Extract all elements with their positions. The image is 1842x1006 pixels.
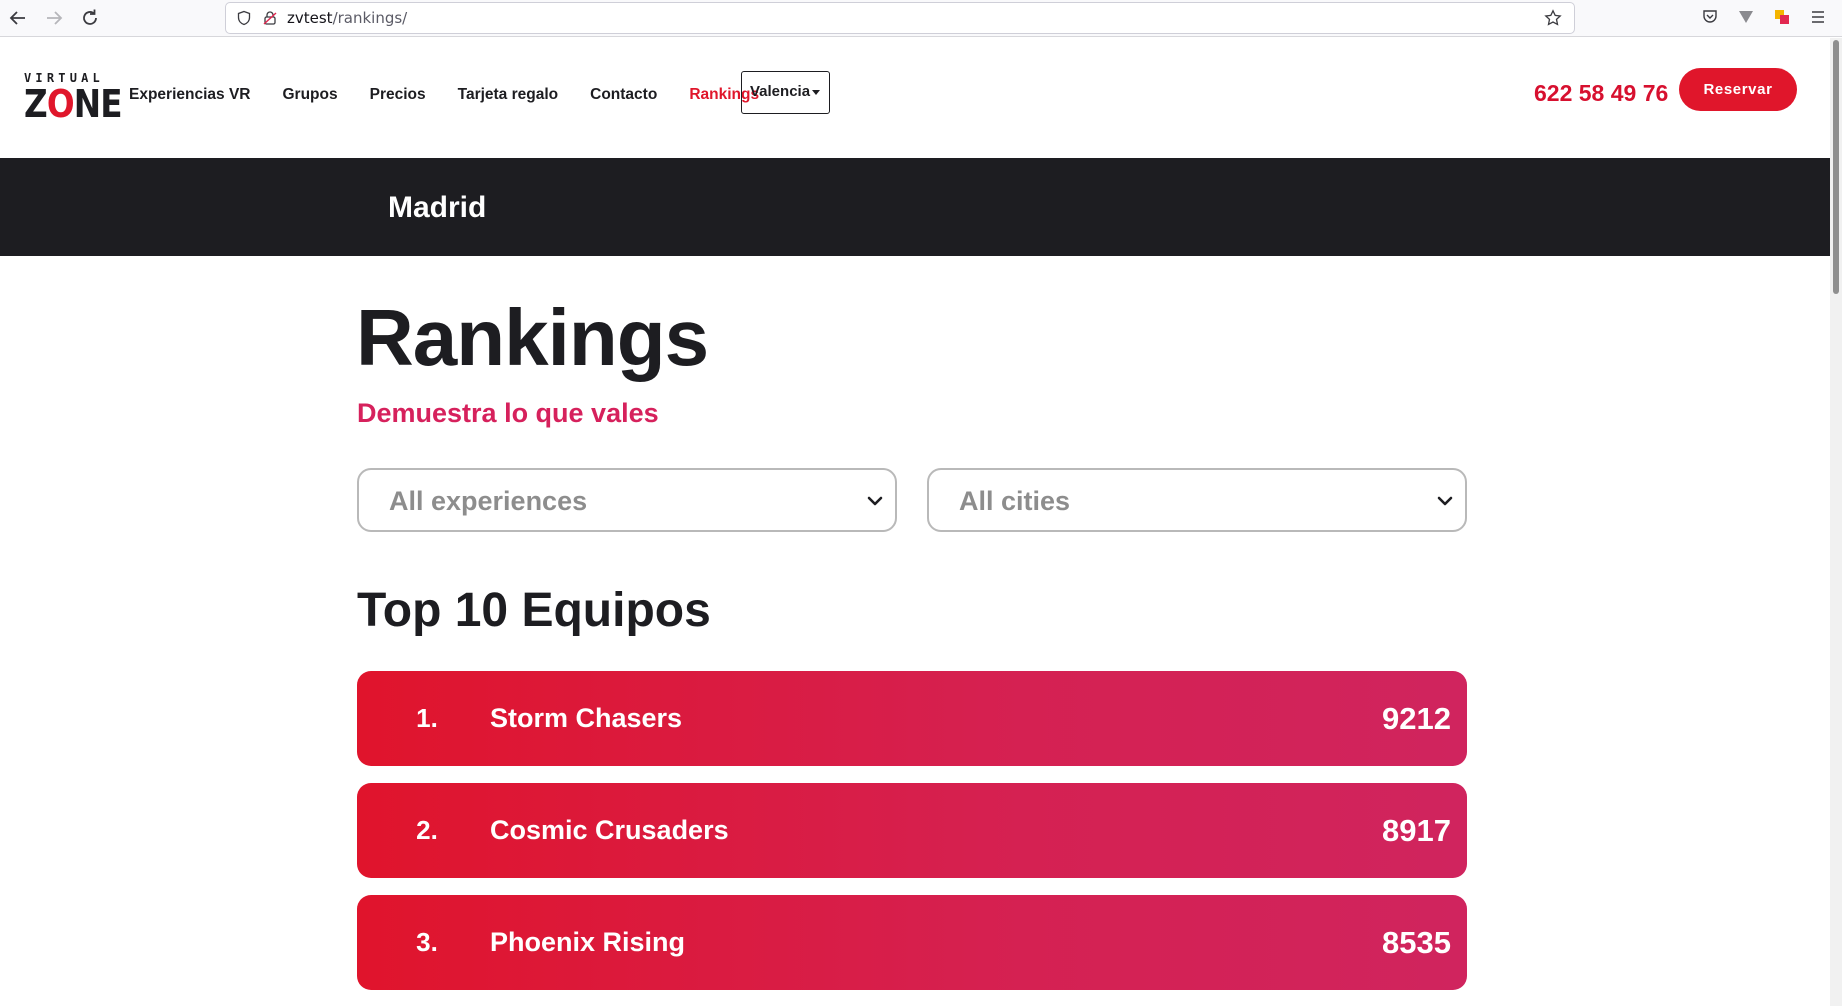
pocket-icon[interactable] xyxy=(1701,8,1719,26)
browser-toolbar: zvtest/rankings/ xyxy=(0,0,1842,37)
ranking-team-name: Storm Chasers xyxy=(490,703,683,733)
ranking-row: 2. Cosmic Crusaders 8917 xyxy=(357,783,1467,878)
ranking-score: 8917 xyxy=(1382,813,1451,848)
virtual-zone-logo[interactable]: VIRTUAL ZONE xyxy=(24,72,123,126)
experience-filter-value: All experiences xyxy=(389,486,588,516)
ranking-position: 1. xyxy=(416,703,438,733)
scrollbar-thumb[interactable] xyxy=(1833,40,1839,294)
url-host: zvtest xyxy=(287,9,333,27)
experience-filter-select[interactable]: All experiences xyxy=(357,468,897,532)
ranking-team-name: Phoenix Rising xyxy=(490,927,686,957)
reload-icon[interactable] xyxy=(78,6,102,30)
city-dropdown[interactable]: Valencia xyxy=(741,71,830,114)
caret-down-icon xyxy=(812,90,820,95)
ranking-position: 3. xyxy=(416,927,438,957)
city-filter-value: All cities xyxy=(959,486,1071,516)
url-text: zvtest/rankings/ xyxy=(287,3,407,33)
page-scrollbar[interactable] xyxy=(1830,38,1842,1006)
ranking-score: 8535 xyxy=(1382,925,1451,960)
logo-letter-z: Z xyxy=(24,82,48,126)
back-icon[interactable] xyxy=(6,6,30,30)
page-title: Rankings xyxy=(356,293,709,382)
hamburger-menu-icon[interactable] xyxy=(1809,8,1827,26)
top-teams-heading: Top 10 Equipos xyxy=(357,584,711,637)
url-path: /rankings/ xyxy=(332,9,408,27)
banner-city-name: Madrid xyxy=(388,191,487,224)
city-banner: Madrid xyxy=(0,158,1830,256)
insecure-lock-icon[interactable] xyxy=(262,10,278,26)
phone-number[interactable]: 622 58 49 76 xyxy=(1534,78,1668,108)
bookmark-star-icon[interactable] xyxy=(1544,9,1562,27)
ranking-row: 1. Storm Chasers 9212 xyxy=(357,671,1467,766)
nav-contacto[interactable]: Contacto xyxy=(590,82,657,108)
main-nav: Experiencias VR Grupos Precios Tarjeta r… xyxy=(129,82,791,108)
logo-letters-ne: NE xyxy=(73,82,123,126)
reserve-button[interactable]: Reservar xyxy=(1679,68,1797,111)
chevron-down-icon xyxy=(865,492,885,510)
site-header: VIRTUAL ZONE Experiencias VR Grupos Prec… xyxy=(0,38,1830,158)
nav-tarjeta-regalo[interactable]: Tarjeta regalo xyxy=(458,82,559,108)
forward-icon[interactable] xyxy=(42,6,66,30)
page-subtitle: Demuestra lo que vales xyxy=(357,398,659,428)
ranking-score: 9212 xyxy=(1382,701,1451,736)
logo-letter-o: O xyxy=(46,82,75,126)
logo-bottom-text: ZONE xyxy=(24,82,123,126)
tracking-shield-icon[interactable] xyxy=(236,10,252,26)
ranking-team-name: Cosmic Crusaders xyxy=(490,815,729,845)
city-dropdown-label: Valencia xyxy=(750,83,811,100)
nav-precios[interactable]: Precios xyxy=(370,82,426,108)
nav-grupos[interactable]: Grupos xyxy=(282,82,337,108)
city-filter-select[interactable]: All cities xyxy=(927,468,1467,532)
extension-color-icon[interactable] xyxy=(1773,8,1791,26)
address-bar[interactable]: zvtest/rankings/ xyxy=(225,2,1575,34)
ranking-position: 2. xyxy=(416,815,438,845)
chevron-down-icon xyxy=(1435,492,1455,510)
extension-filter-icon[interactable] xyxy=(1737,8,1755,26)
nav-experiencias-vr[interactable]: Experiencias VR xyxy=(129,82,250,108)
ranking-row: 3. Phoenix Rising 8535 xyxy=(357,895,1467,990)
